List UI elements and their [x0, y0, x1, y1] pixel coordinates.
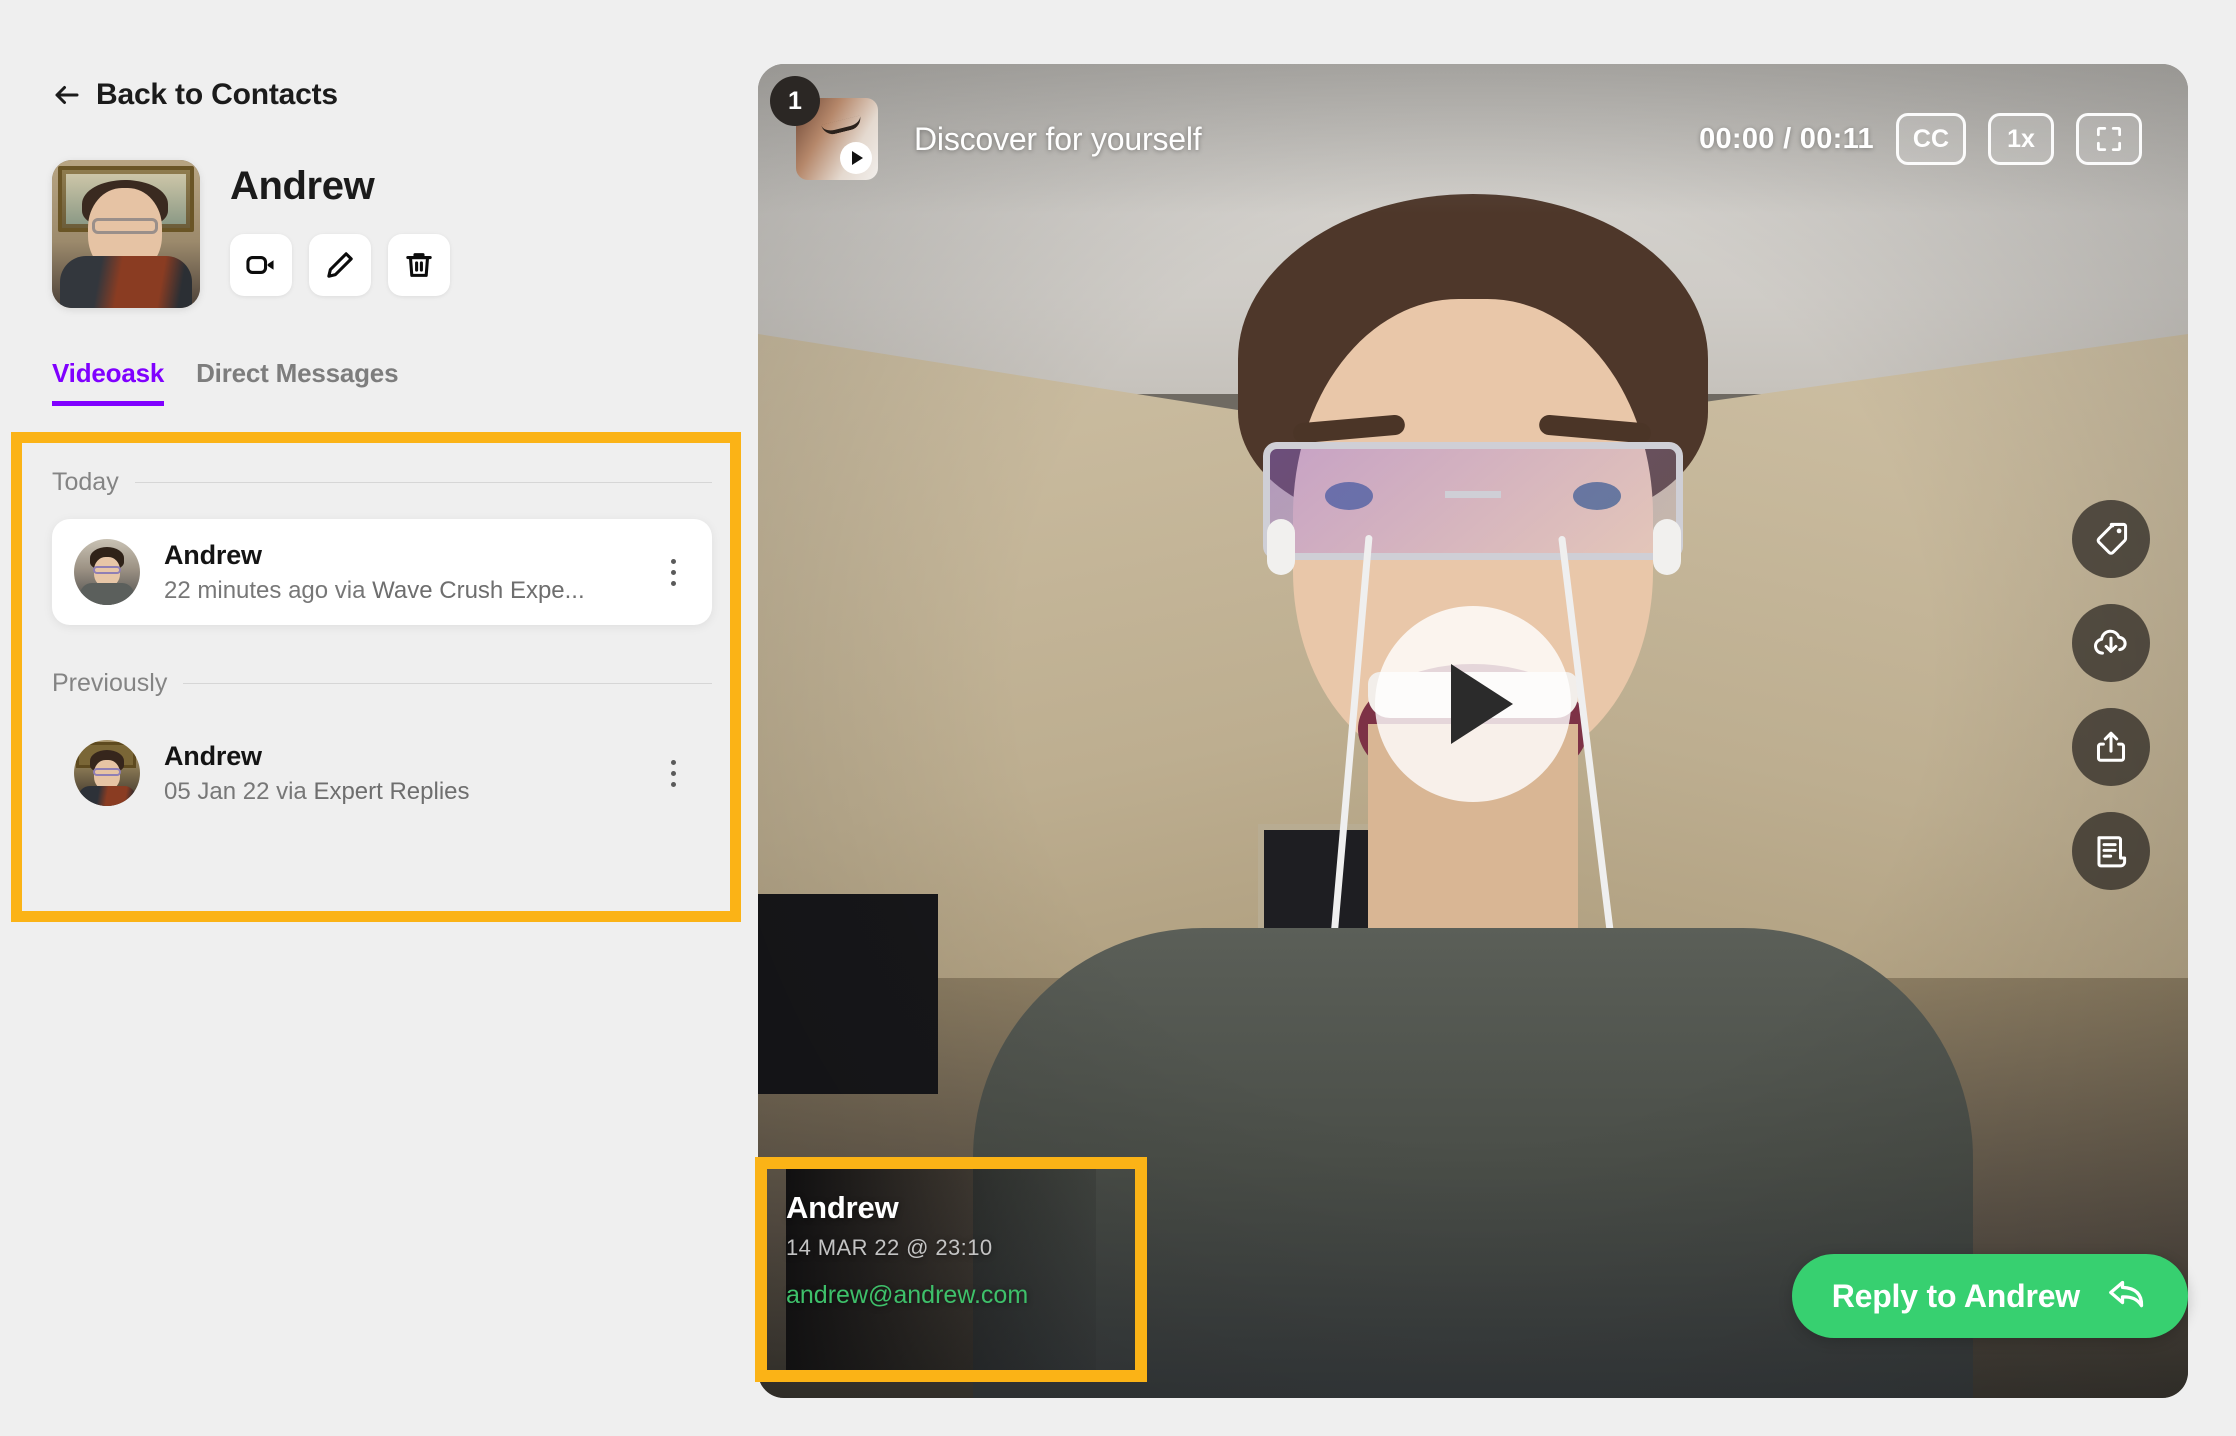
cloud-download-icon	[2094, 629, 2127, 655]
share-icon	[2096, 731, 2126, 762]
contact-name: Andrew	[230, 164, 375, 208]
delete-contact-button[interactable]	[388, 234, 450, 296]
contact-avatar	[52, 160, 200, 308]
transcript-icon	[2097, 836, 2127, 868]
list-item-meta: 05 Jan 22 via Expert Replies	[164, 777, 632, 806]
respondent-info-highlight	[755, 1157, 1147, 1382]
contact-action-row	[230, 234, 450, 296]
play-button[interactable]	[1375, 606, 1571, 803]
left-panel: Back to Contacts Andrew Videoask Direct …	[0, 0, 758, 1436]
reply-arrow-icon	[2109, 1280, 2144, 1308]
list-item-meta: 22 minutes ago via Wave Crush Expe...	[164, 576, 632, 605]
video-title: Discover for yourself	[914, 120, 1202, 157]
list-item-source-link[interactable]: Wave Crush Expe...	[372, 576, 585, 605]
list-item[interactable]: Andrew 05 Jan 22 via Expert Replies	[52, 720, 712, 826]
list-item-name: Andrew	[164, 540, 262, 571]
avatar	[74, 740, 140, 806]
tab-direct-messages[interactable]: Direct Messages	[196, 358, 398, 406]
reply-button-label: Reply to Andrew	[1831, 1277, 2080, 1314]
section-label-previously: Previously	[52, 669, 168, 697]
fullscreen-button[interactable]	[2076, 113, 2142, 165]
list-item[interactable]: Andrew 22 minutes ago via Wave Crush Exp…	[52, 519, 712, 625]
step-thumbnail-wrap[interactable]: 1	[770, 76, 878, 180]
avatar	[74, 539, 140, 605]
videoask-contact-page: Back to Contacts Andrew Videoask Direct …	[0, 0, 2236, 1436]
video-side-rail	[2072, 500, 2150, 890]
list-item-source-link[interactable]: Expert Replies	[313, 777, 470, 806]
tag-button[interactable]	[2072, 500, 2150, 578]
playback-speed-button[interactable]: 1x	[1988, 113, 2054, 165]
share-button[interactable]	[2072, 708, 2150, 786]
section-label-today: Today	[52, 468, 119, 496]
transcript-button[interactable]	[2072, 812, 2150, 890]
trash-icon	[406, 253, 432, 277]
list-item-menu-button[interactable]	[656, 751, 690, 795]
list-item-name: Andrew	[164, 741, 262, 772]
conversation-list: Today Andrew 22 minutes ago via Wave Cru…	[52, 468, 712, 826]
video-camera-icon	[246, 256, 274, 274]
section-divider	[183, 683, 712, 684]
play-icon	[1451, 664, 1513, 745]
video-call-button[interactable]	[230, 234, 292, 296]
pencil-icon	[327, 252, 353, 278]
download-button[interactable]	[2072, 604, 2150, 682]
player-top-bar: 1 Discover for yourself 00:00 / 00:11 CC…	[758, 64, 2188, 214]
back-to-contacts-link[interactable]: Back to Contacts	[52, 78, 338, 112]
tag-icon	[2096, 522, 2128, 555]
reply-button[interactable]: Reply to Andrew	[1791, 1254, 2188, 1338]
list-item-time: 05 Jan 22 via	[164, 777, 314, 805]
arrow-left-icon	[55, 86, 79, 104]
section-divider	[134, 482, 712, 483]
back-to-contacts-label: Back to Contacts	[96, 78, 338, 111]
fullscreen-icon	[2097, 127, 2121, 151]
tab-videoask[interactable]: Videoask	[52, 358, 164, 406]
contact-header: Andrew	[52, 160, 450, 308]
player-controls: 00:00 / 00:11 CC 1x	[1699, 113, 2160, 165]
section-header-previously: Previously	[52, 669, 712, 698]
time-display: 00:00 / 00:11	[1699, 122, 1874, 155]
edit-contact-button[interactable]	[309, 234, 371, 296]
step-number-badge: 1	[770, 76, 820, 126]
captions-button[interactable]: CC	[1895, 113, 1966, 165]
play-icon	[840, 142, 872, 174]
list-item-menu-button[interactable]	[656, 550, 690, 594]
conversation-tabs: Videoask Direct Messages	[52, 358, 399, 406]
section-header-today: Today	[52, 468, 712, 497]
list-item-time: 22 minutes ago via	[164, 576, 373, 604]
